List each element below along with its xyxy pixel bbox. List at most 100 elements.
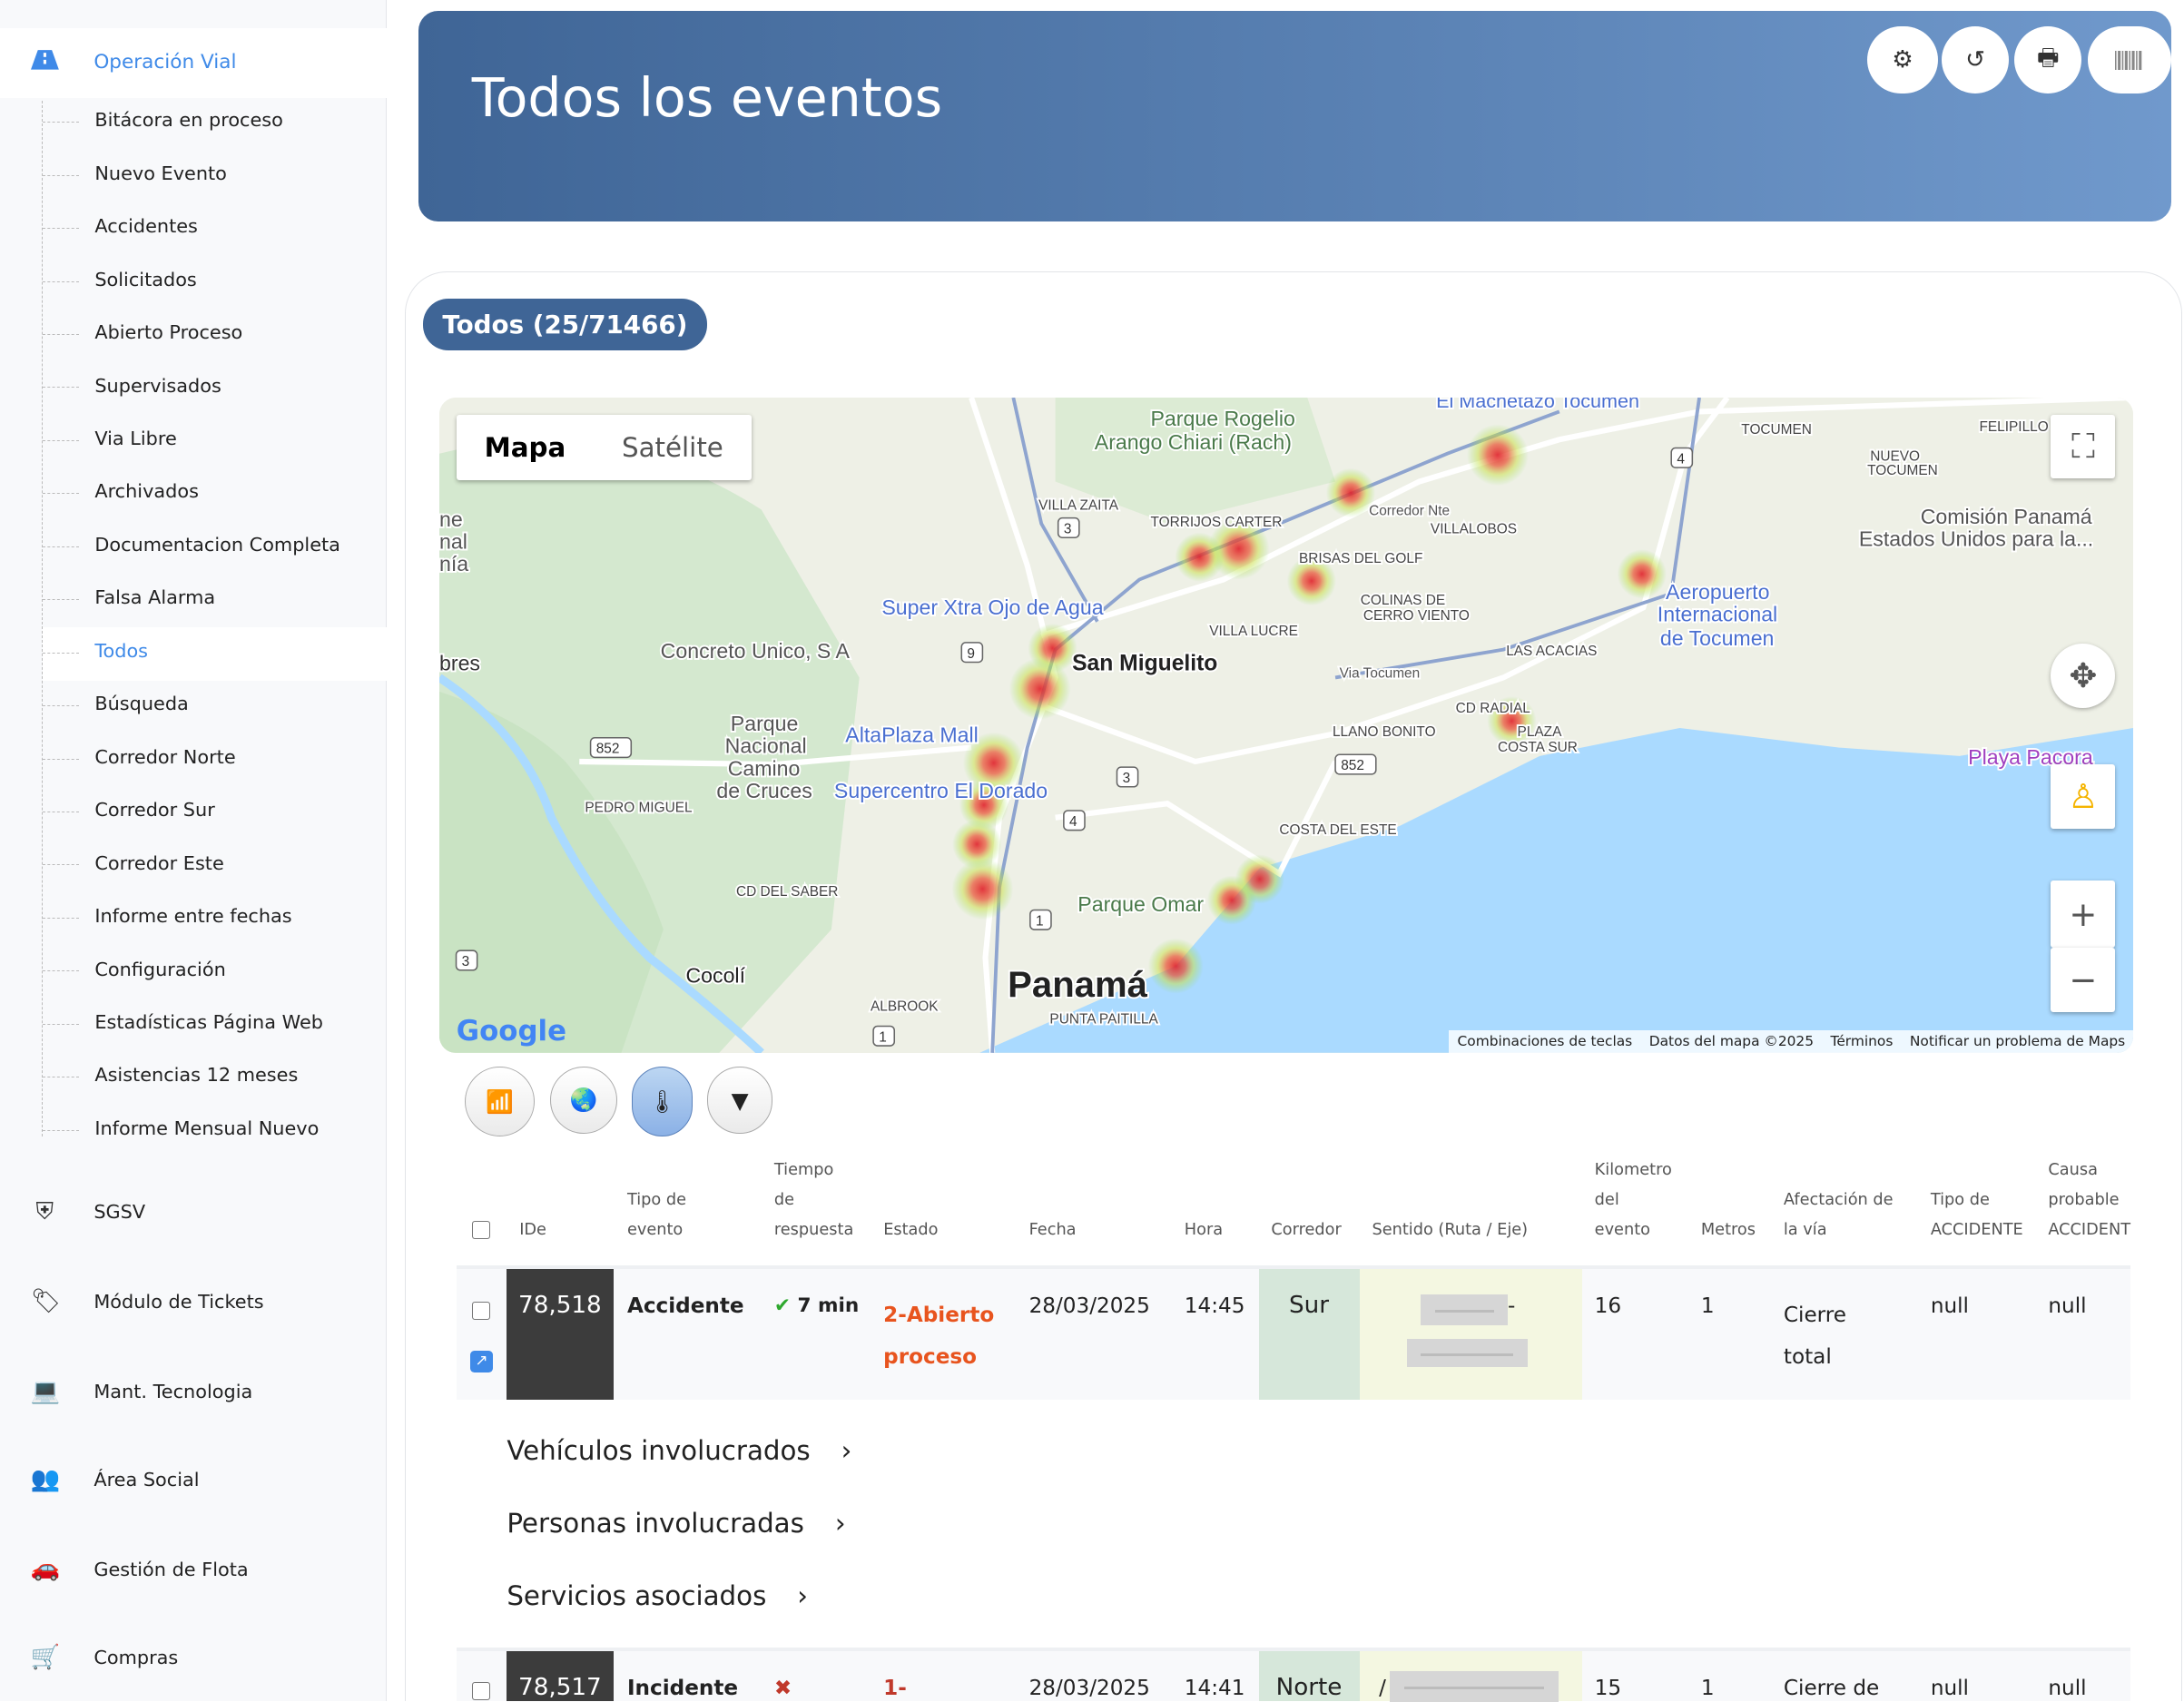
zoom-in-button[interactable]: +: [2051, 881, 2115, 948]
heat-spot: [1467, 424, 1529, 486]
sidebar-module-label: Compras: [93, 1647, 178, 1668]
sidebar-item[interactable]: Archivados: [43, 468, 387, 522]
sidebar-item[interactable]: Falsa Alarma: [43, 574, 387, 627]
sidebar-module-operacion-vial[interactable]: Operación Vial: [0, 28, 387, 98]
corridor: Norte: [1259, 1651, 1360, 1701]
sidebar-item[interactable]: Bitácora en proceso: [43, 96, 387, 150]
open-external-icon[interactable]: ↗: [470, 1351, 493, 1373]
map-type-satelite[interactable]: Satélite: [594, 415, 752, 480]
map-place-label: Concreto Unico, S A: [661, 639, 851, 663]
sidebar-item[interactable]: Accidentes: [43, 202, 387, 256]
column-header[interactable]: IDe: [519, 1215, 546, 1245]
sidebar-item[interactable]: Documentacion Completa: [43, 521, 387, 575]
column-header[interactable]: CausaprobableACCIDENT: [2048, 1156, 2130, 1245]
column-header[interactable]: Corredor: [1271, 1215, 1341, 1245]
history-button[interactable]: ↺: [1942, 26, 2009, 93]
heatmap-tool-button[interactable]: 🌡: [632, 1067, 694, 1136]
vehicles-expander[interactable]: Vehículos involucrados›: [507, 1435, 851, 1466]
sidebar-item[interactable]: Corredor Norte: [43, 733, 387, 787]
sidebar-module[interactable]: 🚗Gestión de Flota: [0, 1541, 387, 1598]
sidebar-item[interactable]: Configuración: [43, 946, 387, 999]
column-header-line: Fecha: [1029, 1215, 1077, 1245]
signal-bars-icon: 📶: [486, 1088, 514, 1116]
heat-spot: [1009, 658, 1071, 720]
event-time: 14:45: [1185, 1294, 1245, 1318]
sidebar-item-label: Configuración: [94, 959, 225, 980]
cart-icon: 🛒: [31, 1644, 59, 1672]
event-type: Incidente: [627, 1677, 738, 1700]
column-header[interactable]: Tipo deACCIDENTE: [1931, 1185, 2023, 1245]
terms-link[interactable]: Términos: [1831, 1030, 1894, 1053]
heat-spot: [1207, 876, 1256, 925]
map-place-label: Parque Omar: [1078, 892, 1205, 916]
fullscreen-button[interactable]: ⛶: [2051, 415, 2115, 479]
sidebar-item[interactable]: Corredor Sur: [43, 786, 387, 840]
map-place-label: Parque: [731, 712, 799, 735]
sidebar-item[interactable]: Solicitados: [43, 256, 387, 310]
column-header[interactable]: Kilometrodelevento: [1595, 1156, 1672, 1245]
column-header[interactable]: Hora: [1185, 1215, 1223, 1245]
column-header-line: Kilometro: [1595, 1156, 1672, 1185]
map-place-label: ALBROOK: [871, 999, 939, 1015]
accident-cause: null: [2048, 1677, 2086, 1700]
map-type-mapa[interactable]: Mapa: [457, 415, 594, 480]
sidebar-module[interactable]: ⛨SGSV: [0, 1185, 387, 1241]
column-header[interactable]: Estado: [883, 1215, 938, 1245]
barcode-button[interactable]: [2088, 26, 2172, 93]
table-row[interactable]: 78,517 Incidente ✖ 1- 28/03/2025 14:41 N…: [457, 1648, 2131, 1701]
sidebar-item[interactable]: Asistencias 12 meses: [43, 1052, 387, 1106]
keyboard-shortcuts-link[interactable]: Combinaciones de teclas: [1458, 1030, 1633, 1053]
select-all-checkbox[interactable]: [472, 1221, 490, 1239]
column-header-line: Afectación de: [1784, 1185, 1894, 1215]
column-header-line: respuesta: [774, 1215, 853, 1245]
sidebar-item[interactable]: Informe entre fechas: [43, 892, 387, 946]
map-place-label: nía: [439, 552, 468, 576]
services-expander[interactable]: Servicios asociados›: [507, 1580, 808, 1611]
sidebar-item-label: Falsa Alarma: [94, 586, 215, 608]
print-button[interactable]: 🖶: [2014, 26, 2081, 93]
events-heatmap-map[interactable]: Parque RogelioArango Chiari (Rach)El Mac…: [439, 398, 2133, 1053]
sidebar-item[interactable]: Via Libre: [43, 415, 387, 468]
sidebar-item[interactable]: Nuevo Evento: [43, 150, 387, 203]
map-place-label: Supercentro El Dorado: [834, 779, 1048, 802]
table-row[interactable]: ↗ 78,518 Accidente ✔ 7 min 2-Abiertoproc…: [457, 1265, 2131, 1400]
zoom-out-button[interactable]: −: [2051, 948, 2115, 1012]
column-header[interactable]: Afectación dela vía: [1784, 1185, 1894, 1245]
event-id[interactable]: 78,518: [507, 1269, 613, 1400]
sidebar-item[interactable]: Búsqueda: [43, 680, 387, 733]
row-checkbox[interactable]: [472, 1302, 490, 1320]
street-view-pegman[interactable]: ♙: [2051, 764, 2115, 829]
column-header[interactable]: Fecha: [1029, 1215, 1077, 1245]
sidebar-item[interactable]: Abierto Proceso: [43, 309, 387, 362]
filter-tool-button[interactable]: ▼: [707, 1067, 772, 1134]
column-header-line: la vía: [1784, 1215, 1894, 1245]
sidebar-module[interactable]: 🛒 Compras: [0, 1629, 387, 1686]
row-checkbox[interactable]: [472, 1682, 490, 1700]
sidebar-item[interactable]: Informe Mensual Nuevo: [43, 1105, 387, 1158]
sidebar-module[interactable]: 👥Área Social: [0, 1451, 387, 1508]
column-header[interactable]: Sentido (Ruta / Eje): [1372, 1215, 1528, 1245]
sidebar-item[interactable]: Estadísticas Página Web: [43, 999, 387, 1052]
stats-tool-button[interactable]: 📶: [465, 1067, 535, 1136]
sidebar-item[interactable]: Supervisados: [43, 362, 387, 416]
route-number: 1: [1036, 913, 1044, 929]
sidebar-item-label: Asistencias 12 meses: [94, 1064, 298, 1086]
column-header[interactable]: Metros: [1701, 1215, 1756, 1245]
move-arrows-icon: ✥: [2069, 656, 2097, 695]
google-logo: Google: [457, 1015, 566, 1048]
report-problem-link[interactable]: Notificar un problema de Maps: [1910, 1030, 2125, 1053]
sidebar-item[interactable]: Todos: [43, 627, 387, 681]
persons-expander[interactable]: Personas involucradas›: [507, 1508, 845, 1539]
column-header[interactable]: Tiempoderespuesta: [774, 1156, 853, 1245]
sidebar-module[interactable]: 💻Mant. Tecnologia: [0, 1363, 387, 1420]
event-id[interactable]: 78,517: [507, 1651, 613, 1701]
sidebar-item[interactable]: Corredor Este: [43, 840, 387, 893]
map-footer: Combinaciones de teclas Datos del mapa ©…: [1449, 1030, 2133, 1053]
settings-button[interactable]: ⚙: [1867, 26, 1937, 93]
route-shield: 4: [1671, 448, 1692, 468]
sidebar-module[interactable]: 🏷Módulo de Tickets: [0, 1274, 387, 1330]
column-header-line: Estado: [883, 1215, 938, 1245]
map-place-label: ne: [439, 507, 463, 531]
globe-tool-button[interactable]: 🌏: [550, 1067, 617, 1134]
column-header[interactable]: Tipo deevento: [627, 1185, 686, 1245]
